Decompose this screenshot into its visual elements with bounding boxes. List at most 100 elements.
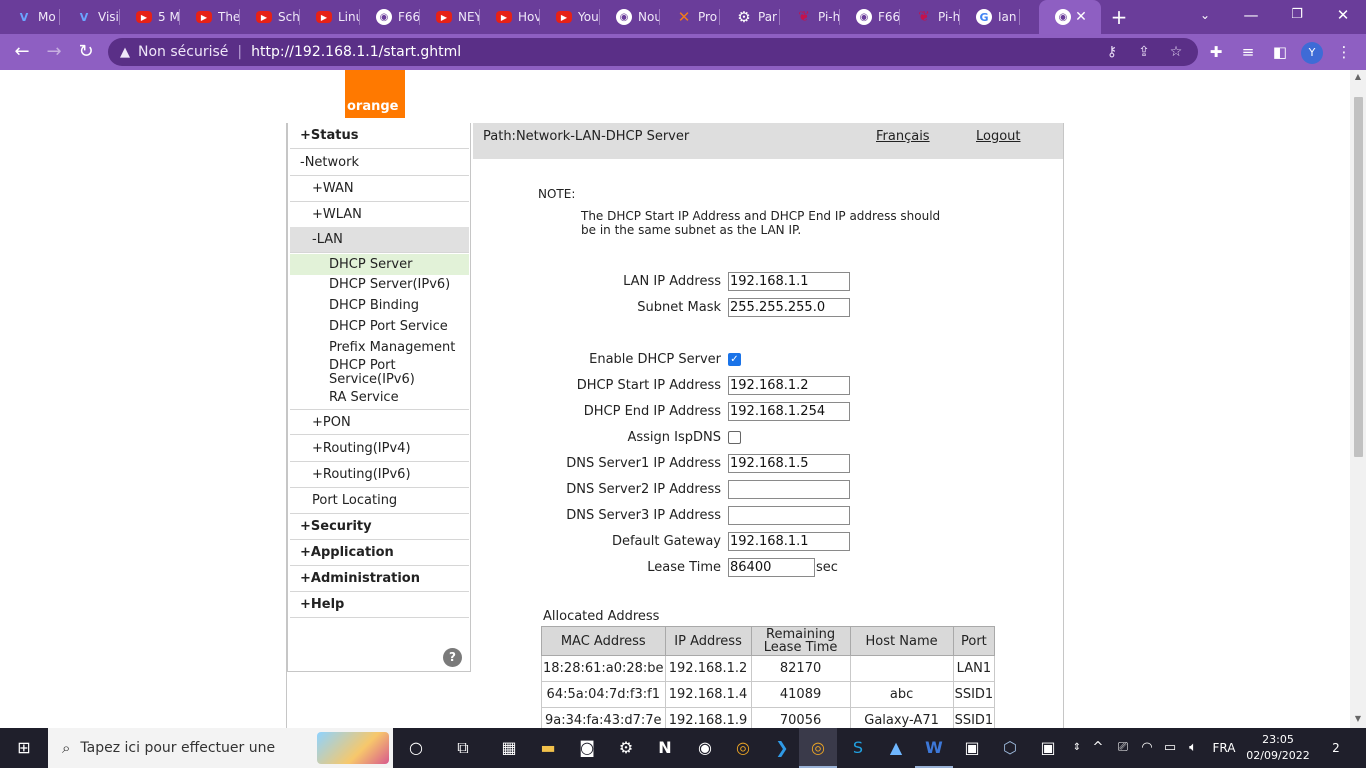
browser-tab[interactable]: ▶ NEY: [420, 0, 480, 34]
url-text[interactable]: http://192.168.1.1/start.ghtml: [251, 44, 461, 60]
taskbar-scroll-icon[interactable]: ⇕: [1067, 728, 1087, 768]
scroll-thumb[interactable]: [1354, 97, 1363, 457]
app-icon[interactable]: ◉: [686, 728, 724, 768]
battery-icon[interactable]: ▭: [1160, 728, 1180, 768]
menu-status[interactable]: +Status: [290, 123, 469, 149]
browser-tab[interactable]: ◉ F66: [840, 0, 900, 34]
new-tab-button[interactable]: +: [1107, 5, 1131, 29]
profile-avatar[interactable]: Y: [1301, 42, 1323, 64]
gateway-input[interactable]: [728, 532, 850, 551]
tab-active[interactable]: ◉: [1039, 0, 1101, 34]
browser-tab[interactable]: ❦ Pi-h: [780, 0, 840, 34]
taskbar-search[interactable]: ⌕ Tapez ici pour effectuer une: [48, 728, 393, 768]
side-panel-icon[interactable]: ◧: [1268, 40, 1292, 64]
cube-app-icon[interactable]: ⬡: [991, 728, 1029, 768]
media-control-icon[interactable]: ≡: [1236, 40, 1260, 64]
skype-icon[interactable]: S: [839, 728, 877, 768]
menu-dhcp-port-service-ipv6[interactable]: DHCP Port Service(IPv6): [290, 359, 440, 387]
dns2-input[interactable]: [728, 480, 850, 499]
menu-dhcp-port-service[interactable]: DHCP Port Service: [290, 320, 469, 334]
browser-tab[interactable]: V Visi: [60, 0, 120, 34]
warning-icon[interactable]: ▲: [120, 45, 130, 60]
bookmark-star-icon[interactable]: ☆: [1164, 38, 1188, 66]
browser-tab[interactable]: ❦ Pi-h: [900, 0, 960, 34]
windows-start-icon[interactable]: ⊞: [0, 728, 48, 768]
dns3-input[interactable]: [728, 506, 850, 525]
menu-ra-service[interactable]: RA Service: [290, 391, 469, 405]
search-placeholder[interactable]: Tapez ici pour effectuer une: [80, 740, 275, 756]
menu-dhcp-server[interactable]: DHCP Server: [290, 254, 469, 275]
store-icon[interactable]: ▦: [490, 728, 528, 768]
browser-tab[interactable]: V Mo: [0, 0, 60, 34]
browser-tab[interactable]: ⚙ Par: [720, 0, 780, 34]
close-tab-icon[interactable]: ✕: [1074, 10, 1088, 24]
window-close-button[interactable]: ✕: [1320, 0, 1366, 30]
logout-link[interactable]: Logout: [976, 129, 1021, 144]
volume-icon[interactable]: 🔈︎: [1182, 728, 1204, 768]
browser-tab[interactable]: ▶ Hov: [480, 0, 540, 34]
key-icon[interactable]: ⚷: [1100, 38, 1124, 66]
browser-tab[interactable]: ▶ Linu: [300, 0, 360, 34]
help-question-icon[interactable]: ?: [443, 648, 462, 667]
minimize-button[interactable]: —: [1228, 0, 1274, 30]
cortana-icon[interactable]: ○: [397, 728, 435, 768]
address-bar[interactable]: ▲ Non sécurisé | http://192.168.1.1/star…: [108, 38, 1198, 66]
lan-ip-input[interactable]: [728, 272, 850, 291]
menu-network[interactable]: -Network: [290, 150, 469, 176]
reload-button[interactable]: ↻: [74, 40, 98, 64]
browser-tab[interactable]: ◉ Nou: [600, 0, 660, 34]
browser-tab[interactable]: ▶ Sch: [240, 0, 300, 34]
browser-tab[interactable]: ▶ You: [540, 0, 600, 34]
dns1-input[interactable]: [728, 454, 850, 473]
menu-help[interactable]: +Help: [290, 592, 469, 618]
taskbar-clock[interactable]: 23:05 02/09/2022: [1243, 732, 1313, 764]
subnet-mask-input[interactable]: [728, 298, 850, 317]
restore-button[interactable]: ❐: [1274, 0, 1320, 30]
vm-icon[interactable]: ▣: [1029, 728, 1067, 768]
browser-tab[interactable]: G Ian: [960, 0, 1020, 34]
camera-app-icon[interactable]: ◙: [568, 728, 606, 768]
chrome-active-icon[interactable]: ◎: [799, 728, 837, 768]
share-icon[interactable]: ⇪: [1132, 38, 1156, 66]
browser-tab[interactable]: ◉ F66: [360, 0, 420, 34]
language-indicator[interactable]: FRA: [1207, 728, 1241, 768]
word-icon[interactable]: W: [915, 728, 953, 768]
lease-time-input[interactable]: [728, 558, 815, 577]
column-header: Port: [952, 626, 996, 656]
language-link[interactable]: Français: [876, 129, 930, 144]
enable-dhcp-checkbox[interactable]: ✓: [728, 353, 741, 366]
chrome-taskbar-icon[interactable]: ◎: [724, 728, 762, 768]
notification-center-icon[interactable]: 2: [1320, 728, 1352, 768]
menu-wan[interactable]: +WAN: [290, 176, 469, 202]
tab-search-button[interactable]: ⌄: [1182, 0, 1228, 30]
show-hidden-icons[interactable]: ^: [1089, 728, 1107, 768]
dhcp-start-input[interactable]: [728, 376, 850, 395]
menu-kebab-icon[interactable]: ⋮: [1332, 40, 1356, 64]
browser-tab[interactable]: ✕ Pro: [660, 0, 720, 34]
forward-button[interactable]: →: [42, 40, 66, 64]
meet-now-icon[interactable]: ⎚: [1113, 728, 1133, 768]
assign-ispdns-checkbox[interactable]: [728, 431, 741, 444]
assign-ispdns-label: Assign IspDNS: [627, 430, 721, 445]
extensions-icon[interactable]: ✚: [1204, 40, 1228, 64]
page-scrollbar[interactable]: ▲ ▼: [1350, 70, 1366, 728]
dhcp-end-input[interactable]: [728, 402, 850, 421]
security-label[interactable]: Non sécurisé: [138, 44, 228, 60]
virtualbox-icon[interactable]: ▣: [953, 728, 991, 768]
browser-tab[interactable]: ▶ The: [180, 0, 240, 34]
vscode-icon[interactable]: ❯: [763, 728, 801, 768]
back-button[interactable]: ←: [10, 40, 34, 64]
photos-icon[interactable]: ▲: [877, 728, 915, 768]
scroll-down-icon[interactable]: ▼: [1350, 712, 1366, 726]
browser-tab[interactable]: ▶ 5 M: [120, 0, 180, 34]
task-view-icon[interactable]: ⧉: [444, 728, 482, 768]
wifi-icon[interactable]: ◠: [1137, 728, 1157, 768]
notion-icon[interactable]: N: [646, 728, 684, 768]
menu-lan[interactable]: -LAN: [290, 227, 469, 253]
scroll-up-icon[interactable]: ▲: [1350, 70, 1366, 84]
settings-gear-icon[interactable]: ⚙: [607, 728, 645, 768]
lan-ip-label: LAN IP Address: [623, 274, 721, 289]
file-explorer-icon[interactable]: ▬: [529, 728, 567, 768]
menu-wlan[interactable]: +WLAN: [290, 202, 469, 228]
tab-title: NEY: [458, 10, 480, 24]
